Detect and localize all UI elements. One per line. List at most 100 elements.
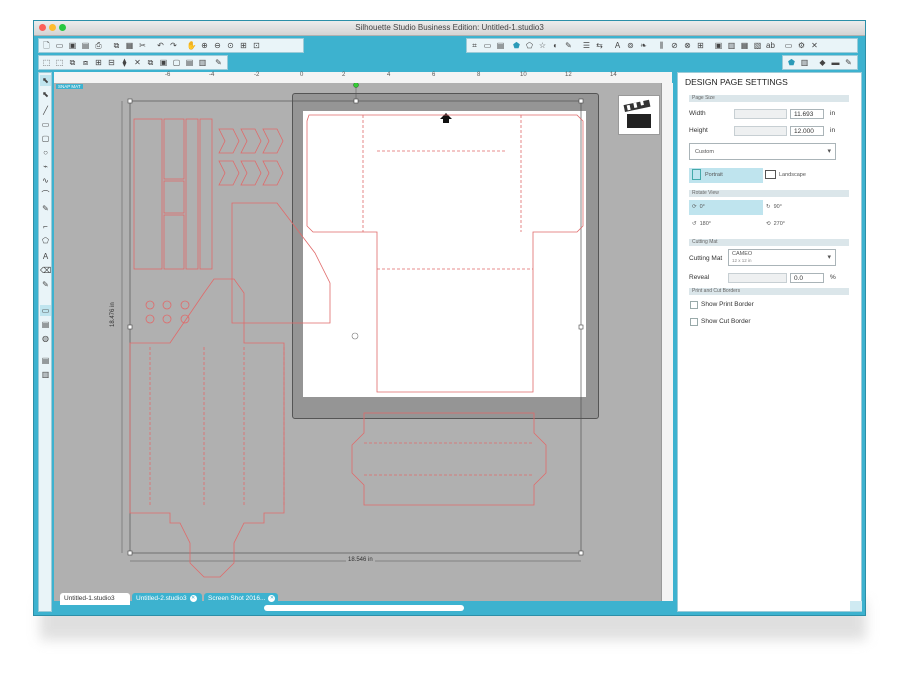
eraser-icon[interactable]: ✎ xyxy=(213,57,224,68)
rotate-270-option[interactable]: ⟲ 270° xyxy=(763,217,836,232)
copy-icon[interactable]: ⧉ xyxy=(111,40,122,51)
select-tool-icon[interactable]: ⬉ xyxy=(40,75,51,86)
send-back-icon[interactable]: ▢ xyxy=(171,57,182,68)
replicate-icon[interactable]: ⫼ xyxy=(656,40,667,51)
cutting-mat-select[interactable]: CAMEO 12 x 12 in ▾ xyxy=(728,249,836,266)
freehand-tool-icon[interactable]: ✎ xyxy=(40,203,51,214)
save-icon[interactable]: ▣ xyxy=(67,40,78,51)
design-canvas[interactable]: SNAP MAT 18.546 in 18.476 in ⚠ xyxy=(54,83,672,601)
shadow-icon[interactable]: ◐ xyxy=(550,40,561,51)
fill-color-icon[interactable]: ⬟ xyxy=(511,40,522,51)
redo-icon[interactable]: ↷ xyxy=(168,40,179,51)
cut-scissors-icon[interactable]: ✂ xyxy=(137,40,148,51)
library-icon[interactable]: ▣ xyxy=(713,40,724,51)
width-slider[interactable] xyxy=(734,109,787,119)
send-to-icon[interactable]: ▦ xyxy=(739,40,750,51)
media-thumbnail[interactable] xyxy=(618,95,660,135)
fit-to-window-icon[interactable]: ⊞ xyxy=(238,40,249,51)
knife-tool-left-icon[interactable]: ✎ xyxy=(40,279,51,290)
bring-front-icon[interactable]: ▣ xyxy=(158,57,169,68)
curve-tool-icon[interactable]: ∿ xyxy=(40,175,51,186)
grid-settings-icon[interactable]: ⌗ xyxy=(469,40,480,51)
online-store-icon[interactable]: ◍ xyxy=(40,333,51,344)
trace-tool-icon[interactable]: ✎ xyxy=(843,57,854,68)
page-size-select[interactable]: Custom ▾ xyxy=(689,143,836,160)
bring-forward-icon[interactable]: ▤ xyxy=(184,57,195,68)
registration-icon[interactable]: ▤ xyxy=(495,40,506,51)
edit-points-icon[interactable]: ⬉ xyxy=(40,89,51,100)
reveal-slider[interactable] xyxy=(728,273,787,283)
ungroup-icon[interactable]: ⧈ xyxy=(80,57,91,68)
reveal-input[interactable]: 0.0 xyxy=(790,273,824,283)
ellipse-tool-icon[interactable]: ○ xyxy=(40,147,51,158)
rotate-0-option[interactable]: ⟳ 0° xyxy=(689,200,763,215)
text-tool-icon[interactable]: A xyxy=(40,251,51,262)
close-tab-icon[interactable]: ✕ xyxy=(189,594,197,602)
pan-hand-icon[interactable]: ✋ xyxy=(186,40,197,51)
line-tool-icon[interactable]: ╱ xyxy=(40,105,51,116)
quick-cut-icon[interactable]: ⬟ xyxy=(786,57,797,68)
split-view-icon[interactable]: ▤ xyxy=(40,355,51,366)
portrait-option[interactable]: Portrait xyxy=(689,168,763,183)
design-page-view-icon[interactable]: ▭ xyxy=(40,305,51,316)
make-compound-icon[interactable]: ⊞ xyxy=(93,57,104,68)
knife-icon[interactable]: ⊗ xyxy=(682,40,693,51)
deselect-icon[interactable]: ⬚ xyxy=(54,57,65,68)
height-slider[interactable] xyxy=(734,126,787,136)
arc-tool-icon[interactable]: ⌒ xyxy=(40,189,51,200)
zoom-page-icon[interactable]: ⊡ xyxy=(251,40,262,51)
tab-view-icon[interactable]: ▥ xyxy=(40,369,51,380)
modify-icon[interactable]: ⊘ xyxy=(669,40,680,51)
line-style-icon[interactable]: ☆ xyxy=(537,40,548,51)
cut-settings-icon[interactable]: ab xyxy=(765,40,776,51)
save-as-icon[interactable]: ▤ xyxy=(80,40,91,51)
new-file-icon[interactable]: 🗋 xyxy=(41,40,52,51)
line-color-icon[interactable]: ⬠ xyxy=(524,40,535,51)
zoom-in-icon[interactable]: ⊕ xyxy=(199,40,210,51)
weld-icon[interactable]: ⧫ xyxy=(119,57,130,68)
select-all-icon[interactable]: ⬚ xyxy=(41,57,52,68)
height-input[interactable]: 12.000 xyxy=(790,126,824,136)
rotate-90-option[interactable]: ↻ 90° xyxy=(763,200,836,215)
rounded-rectangle-icon[interactable]: ▢ xyxy=(40,133,51,144)
sketch-icon[interactable]: ✎ xyxy=(563,40,574,51)
offset-icon[interactable]: ⊚ xyxy=(625,40,636,51)
trace-icon[interactable]: ❧ xyxy=(638,40,649,51)
open-folder-icon[interactable]: ▭ xyxy=(54,40,65,51)
tab-untitled-1[interactable]: Untitled-1.studio3 xyxy=(60,593,130,605)
erase-tool-icon[interactable]: ◆ xyxy=(817,57,828,68)
landscape-option[interactable]: Landscape xyxy=(763,168,836,183)
paste-icon[interactable]: ▦ xyxy=(124,40,135,51)
width-input[interactable]: 11.693 xyxy=(790,109,824,119)
polygon-shape-icon[interactable]: ⌐ xyxy=(40,221,51,232)
tab-untitled-2[interactable]: Untitled-2.studio3 ✕ xyxy=(132,593,202,605)
show-print-border-checkbox[interactable] xyxy=(690,301,698,309)
star-shape-icon[interactable]: ⬠ xyxy=(40,235,51,246)
zoom-out-icon[interactable]: ⊖ xyxy=(212,40,223,51)
print-icon[interactable]: ⎙ xyxy=(93,40,104,51)
group-icon[interactable]: ⧉ xyxy=(67,57,78,68)
horizontal-scrollbar[interactable] xyxy=(264,605,464,611)
transform-icon[interactable]: ⇆ xyxy=(594,40,605,51)
rectangle-tool-icon[interactable]: ▭ xyxy=(40,119,51,130)
rotate-180-option[interactable]: ↺ 180° xyxy=(689,217,763,232)
eraser-tool-icon[interactable]: ⌫ xyxy=(40,265,51,276)
align-icon[interactable]: ☰ xyxy=(581,40,592,51)
show-cut-border-checkbox[interactable] xyxy=(690,318,698,326)
send-backward-icon[interactable]: ▥ xyxy=(197,57,208,68)
close-panel-icon[interactable]: ✕ xyxy=(809,40,820,51)
zoom-select-icon[interactable]: ⊙ xyxy=(225,40,236,51)
nesting-icon[interactable]: ⊞ xyxy=(695,40,706,51)
knife-tool-icon[interactable]: ▬ xyxy=(830,57,841,68)
page-settings-icon[interactable]: ▭ xyxy=(482,40,493,51)
tab-screenshot[interactable]: Screen Shot 2016... ✕ xyxy=(204,593,278,605)
store-icon[interactable]: ▥ xyxy=(726,40,737,51)
release-compound-icon[interactable]: ⊟ xyxy=(106,57,117,68)
preferences-icon[interactable]: ⚙ xyxy=(796,40,807,51)
delete-icon[interactable]: ✕ xyxy=(132,57,143,68)
duplicate-icon[interactable]: ⧉ xyxy=(145,57,156,68)
print-cut-icon[interactable]: ▧ xyxy=(752,40,763,51)
library-view-icon[interactable]: ▤ xyxy=(40,319,51,330)
quick-preview-icon[interactable]: ▥ xyxy=(799,57,810,68)
polygon-tool-icon[interactable]: ⌁ xyxy=(40,161,51,172)
